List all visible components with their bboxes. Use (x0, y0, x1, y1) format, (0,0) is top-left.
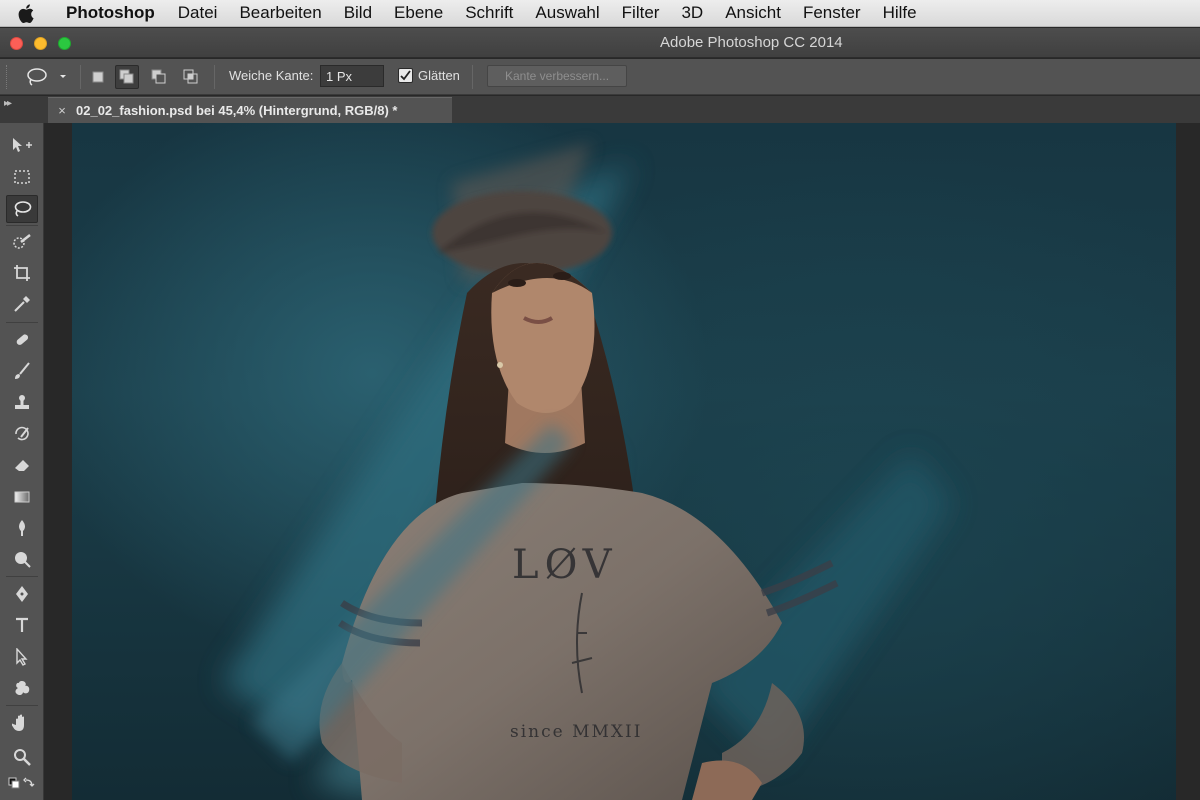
clone-stamp-tool-icon[interactable] (6, 389, 38, 417)
healing-brush-tool-icon[interactable] (6, 326, 38, 354)
path-selection-tool-icon[interactable] (6, 643, 38, 671)
pen-tool-icon[interactable] (6, 580, 38, 608)
menu-bild[interactable]: Bild (333, 3, 383, 23)
crop-tool-icon[interactable] (6, 259, 38, 287)
shirt-print-top: LØV (512, 542, 618, 588)
intersect-selection-icon[interactable] (179, 65, 203, 89)
menu-3d[interactable]: 3D (670, 3, 714, 23)
custom-shape-tool-icon[interactable] (6, 674, 38, 702)
tool-preset-picker[interactable] (22, 64, 72, 90)
shirt-print-bottom: since MMXII (510, 722, 642, 742)
dodge-tool-icon[interactable] (6, 545, 38, 573)
menu-hilfe[interactable]: Hilfe (872, 3, 928, 23)
lasso-tool-icon[interactable] (6, 195, 38, 223)
document-tab[interactable]: × 02_02_fashion.psd bei 45,4% (Hintergru… (48, 97, 452, 123)
type-tool-icon[interactable] (6, 611, 38, 639)
options-separator (80, 65, 81, 89)
window-title: Adobe Photoshop CC 2014 (660, 34, 843, 51)
quick-selection-tool-icon[interactable] (6, 228, 38, 256)
antialias-checkbox[interactable] (398, 68, 413, 83)
refine-edge-button[interactable]: Kante verbessern... (487, 65, 627, 87)
window-zoom-button[interactable] (58, 37, 71, 50)
menu-bar: Photoshop Datei Bearbeiten Bild Ebene Sc… (0, 0, 1200, 27)
tool-separator (6, 322, 38, 323)
default-colors-icon[interactable] (6, 773, 38, 797)
window-minimize-button[interactable] (34, 37, 47, 50)
menu-fenster[interactable]: Fenster (792, 3, 872, 23)
options-bar-grip[interactable] (6, 65, 9, 89)
tool-separator (6, 576, 38, 577)
hand-tool-icon[interactable] (6, 709, 38, 737)
add-to-selection-icon[interactable] (115, 65, 139, 89)
lasso-preset-icon (27, 68, 66, 86)
eraser-tool-icon[interactable] (6, 451, 38, 479)
feather-input[interactable] (320, 65, 384, 87)
menu-auswahl[interactable]: Auswahl (524, 3, 610, 23)
subtract-from-selection-icon[interactable] (147, 65, 171, 89)
options-separator (214, 65, 215, 89)
tool-separator (6, 705, 38, 706)
menu-bearbeiten[interactable]: Bearbeiten (228, 3, 332, 23)
marquee-tool-icon[interactable] (6, 163, 38, 191)
gradient-tool-icon[interactable] (6, 483, 38, 511)
blur-tool-icon[interactable] (6, 514, 38, 542)
antialias-label: Glätten (418, 68, 460, 83)
menu-ansicht[interactable]: Ansicht (714, 3, 792, 23)
document-tab-bar: ▸▸ × 02_02_fashion.psd bei 45,4% (Hinter… (0, 96, 1200, 123)
options-bar: Weiche Kante: Glätten Kante verbessern..… (0, 59, 1200, 95)
eyedropper-tool-icon[interactable] (6, 290, 38, 318)
menu-schrift[interactable]: Schrift (454, 3, 524, 23)
apple-menu-icon[interactable] (0, 3, 52, 23)
options-separator (472, 65, 473, 89)
image-canvas[interactable]: LØV since MMXII (72, 123, 1176, 800)
collapse-panel-icon[interactable]: ▸▸ (4, 98, 12, 109)
window-title-bar: Adobe Photoshop CC 2014 (0, 28, 1200, 58)
feather-label: Weiche Kante: (229, 68, 314, 83)
zoom-tool-icon[interactable] (6, 743, 38, 771)
fashion-photo: LØV since MMXII (222, 143, 952, 800)
menu-datei[interactable]: Datei (167, 3, 229, 23)
document-workspace: LØV since MMXII (45, 123, 1200, 800)
document-tab-label: 02_02_fashion.psd bei 45,4% (Hintergrund… (76, 103, 398, 118)
brush-tool-icon[interactable] (6, 357, 38, 385)
tool-separator (6, 225, 38, 226)
checkmark-icon (400, 70, 411, 81)
menu-filter[interactable]: Filter (611, 3, 671, 23)
tools-panel (0, 123, 44, 800)
history-brush-tool-icon[interactable] (6, 420, 38, 448)
menu-ebene[interactable]: Ebene (383, 3, 454, 23)
window-close-button[interactable] (10, 37, 23, 50)
tab-close-icon[interactable]: × (48, 103, 76, 118)
menu-photoshop[interactable]: Photoshop (52, 3, 167, 23)
new-selection-icon[interactable] (86, 65, 110, 89)
move-tool-icon[interactable] (6, 131, 38, 159)
